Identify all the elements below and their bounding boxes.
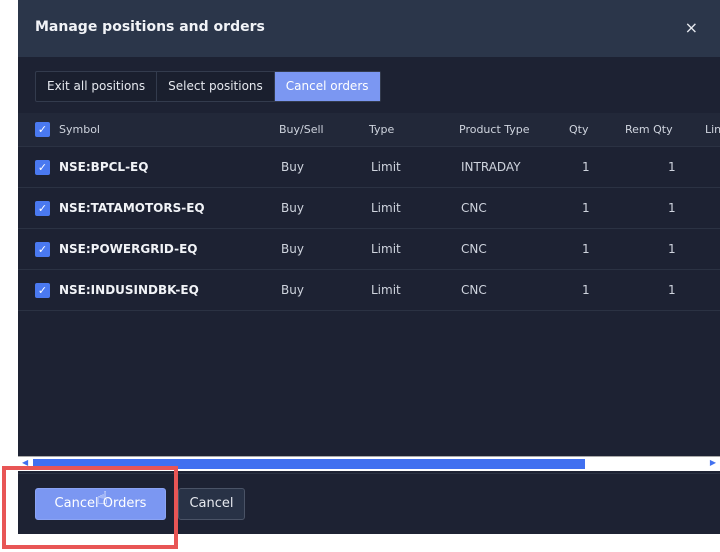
row-checkbox[interactable]: ✓ [35,201,50,216]
col-buy-sell: Buy/Sell [279,123,324,136]
highlight-box [2,466,178,549]
table-row[interactable]: ✓ NSE:POWERGRID-EQ Buy Limit CNC 1 1 [18,229,720,270]
table-row[interactable]: ✓ NSE:TATAMOTORS-EQ Buy Limit CNC 1 1 [18,188,720,229]
table-header: ✓ Symbol Buy/Sell Type Product Type Qty … [18,113,720,147]
col-symbol: Symbol [59,123,100,136]
cell-buy-sell: Buy [281,283,304,297]
cell-buy-sell: Buy [281,201,304,215]
manage-positions-dialog: Manage positions and orders × Exit all p… [18,0,720,534]
mode-segmented-control: Exit all positions Select positions Canc… [35,71,381,102]
col-type: Type [369,123,395,136]
cell-buy-sell: Buy [281,160,304,174]
cell-product-type: CNC [461,201,487,215]
cell-rem-qty: 1 [668,160,676,174]
dialog-title: Manage positions and orders [35,19,265,35]
select-all-checkbox[interactable]: ✓ [35,122,50,137]
col-rem-qty: Rem Qty [625,123,673,136]
col-product-type: Product Type [459,123,530,136]
cell-rem-qty: 1 [668,283,676,297]
cell-product-type: INTRADAY [461,160,521,174]
col-limit: Lin [705,123,720,136]
row-checkbox[interactable]: ✓ [35,242,50,257]
close-icon[interactable]: × [685,18,698,37]
tab-cancel-orders[interactable]: Cancel orders [274,72,380,101]
table-row[interactable]: ✓ NSE:BPCL-EQ Buy Limit INTRADAY 1 1 [18,147,720,188]
cell-type: Limit [371,160,401,174]
scroll-right-icon[interactable]: ▶ [710,458,716,467]
cell-symbol: NSE:POWERGRID-EQ [59,242,198,256]
cell-symbol: NSE:TATAMOTORS-EQ [59,201,205,215]
cell-type: Limit [371,201,401,215]
cell-product-type: CNC [461,283,487,297]
cell-rem-qty: 1 [668,242,676,256]
cell-product-type: CNC [461,242,487,256]
cell-qty: 1 [582,160,590,174]
table-row[interactable]: ✓ NSE:INDUSINDBK-EQ Buy Limit CNC 1 1 [18,270,720,311]
cell-rem-qty: 1 [668,201,676,215]
cell-symbol: NSE:INDUSINDBK-EQ [59,283,199,297]
row-checkbox[interactable]: ✓ [35,283,50,298]
cell-qty: 1 [582,283,590,297]
tab-exit-all-positions[interactable]: Exit all positions [36,72,158,101]
cell-qty: 1 [582,201,590,215]
cell-buy-sell: Buy [281,242,304,256]
cancel-button[interactable]: Cancel [178,488,245,520]
dialog-header: Manage positions and orders × [18,0,720,57]
tab-select-positions[interactable]: Select positions [157,72,275,101]
col-qty: Qty [569,123,589,136]
cell-type: Limit [371,283,401,297]
row-checkbox[interactable]: ✓ [35,160,50,175]
cell-type: Limit [371,242,401,256]
cell-qty: 1 [582,242,590,256]
hand-cursor-icon: ☝ [97,488,108,509]
cell-symbol: NSE:BPCL-EQ [59,160,149,174]
